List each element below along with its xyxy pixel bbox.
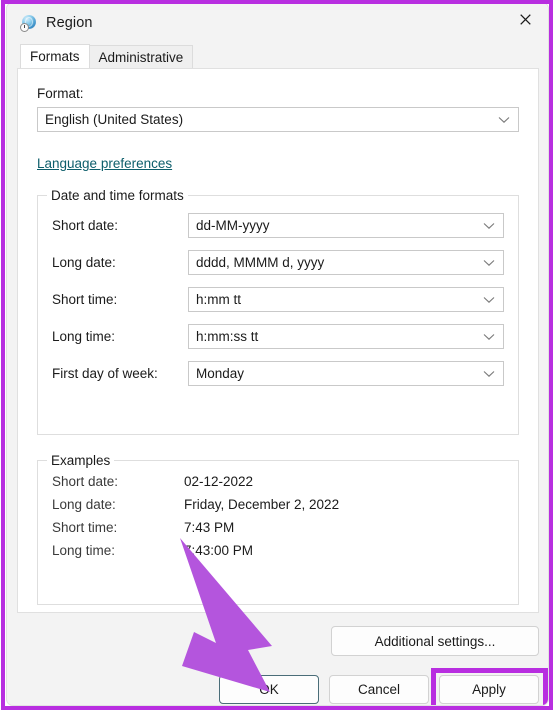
long-time-row: Long time: h:mm:ss tt [52, 324, 504, 349]
chevron-down-icon [483, 296, 495, 304]
short-time-combobox[interactable]: h:mm tt [188, 287, 504, 312]
apply-button[interactable]: Apply [439, 675, 539, 704]
long-time-value: h:mm:ss tt [196, 329, 259, 344]
example-short-date-row: Short date: 02-12-2022 [52, 474, 504, 489]
date-time-formats-group: Date and time formats Short date: dd-MM-… [37, 188, 519, 435]
example-short-time-value: 7:43 PM [184, 520, 235, 535]
long-time-label: Long time: [52, 329, 116, 344]
example-long-time-label: Long time: [52, 543, 116, 558]
tab-formats-label: Formats [30, 49, 80, 64]
additional-settings-row: Additional settings... [17, 626, 539, 656]
long-date-label: Long date: [52, 255, 116, 270]
tab-administrative[interactable]: Administrative [88, 45, 194, 68]
tab-strip: Formats Administrative [20, 44, 548, 68]
apply-button-label: Apply [472, 682, 506, 697]
chevron-down-icon [483, 370, 495, 378]
example-long-time-row: Long time: 7:43:00 PM [52, 543, 504, 558]
format-combobox[interactable]: English (United States) [37, 107, 519, 132]
region-dialog-window: Region Formats Administrative Format: En… [6, 2, 549, 706]
chevron-down-icon [483, 333, 495, 341]
formats-tab-page: Format: English (United States) Language… [17, 68, 539, 613]
apply-button-wrapper: Apply [431, 668, 548, 705]
screenshot-root: Region Formats Administrative Format: En… [0, 0, 557, 715]
short-time-label: Short time: [52, 292, 118, 307]
chevron-down-icon [483, 222, 495, 230]
ok-button[interactable]: OK [219, 675, 319, 704]
example-long-time-value: 7:43:00 PM [184, 543, 254, 558]
additional-settings-button[interactable]: Additional settings... [331, 626, 539, 656]
chevron-down-icon [483, 259, 495, 267]
cancel-button[interactable]: Cancel [329, 675, 429, 704]
first-day-of-week-combobox[interactable]: Monday [188, 361, 504, 386]
chevron-down-icon [498, 116, 510, 124]
example-short-date-label: Short date: [52, 474, 119, 489]
short-time-value: h:mm tt [196, 292, 242, 307]
long-time-combobox[interactable]: h:mm:ss tt [188, 324, 504, 349]
example-short-time-label: Short time: [52, 520, 118, 535]
long-date-row: Long date: dddd, MMMM d, yyyy [52, 250, 504, 275]
first-day-of-week-row: First day of week: Monday [52, 361, 504, 386]
language-preferences-row: Language preferences [37, 155, 519, 173]
additional-settings-label: Additional settings... [374, 633, 496, 649]
example-long-date-value: Friday, December 2, 2022 [184, 497, 340, 512]
long-date-combobox[interactable]: dddd, MMMM d, yyyy [188, 250, 504, 275]
title-bar: Region [7, 3, 548, 43]
example-long-date-label: Long date: [52, 497, 116, 512]
ok-button-label: OK [259, 682, 279, 697]
short-date-row: Short date: dd-MM-yyyy [52, 213, 504, 238]
date-time-formats-legend: Date and time formats [47, 188, 188, 203]
window-title: Region [46, 15, 93, 31]
tab-formats[interactable]: Formats [20, 44, 90, 68]
cancel-button-label: Cancel [357, 682, 401, 697]
long-date-value: dddd, MMMM d, yyyy [196, 255, 325, 270]
close-icon[interactable] [502, 3, 548, 35]
example-long-date-row: Long date: Friday, December 2, 2022 [52, 497, 504, 512]
first-day-of-week-label: First day of week: [52, 366, 158, 381]
tab-administrative-label: Administrative [98, 49, 184, 65]
short-date-label: Short date: [52, 218, 119, 233]
format-label: Format: [37, 86, 84, 101]
short-time-row: Short time: h:mm tt [52, 287, 504, 312]
example-short-date-value: 02-12-2022 [184, 474, 254, 489]
examples-legend: Examples [47, 453, 115, 468]
short-date-value: dd-MM-yyyy [196, 218, 270, 233]
examples-group: Examples Short date: 02-12-2022 Long dat… [37, 453, 519, 605]
format-combobox-value: English (United States) [45, 112, 184, 127]
first-day-of-week-value: Monday [196, 366, 245, 381]
region-globe-clock-icon [20, 14, 37, 32]
language-preferences-link[interactable]: Language preferences [37, 156, 172, 171]
example-short-time-row: Short time: 7:43 PM [52, 520, 504, 535]
short-date-combobox[interactable]: dd-MM-yyyy [188, 213, 504, 238]
dialog-footer: OK Cancel Apply [17, 668, 548, 705]
